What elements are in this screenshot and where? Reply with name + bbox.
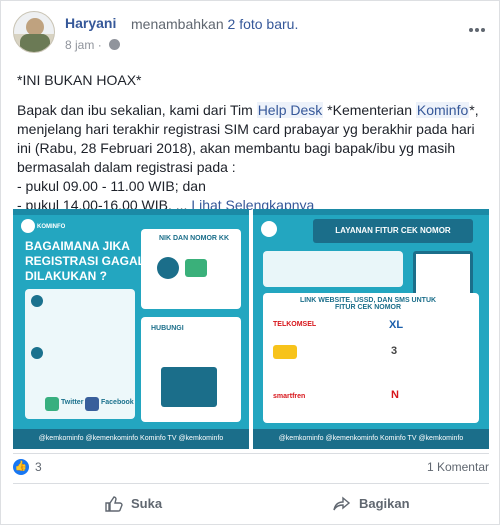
post-header: Haryani menambahkan 2 foto baru. 8 jam · [13, 11, 489, 61]
share-button[interactable]: Bagikan [251, 487, 489, 521]
three-logo: 3 [391, 345, 398, 357]
smartfren-logo: smartfren [273, 393, 306, 400]
like-label: Suka [131, 496, 163, 511]
reactions-bar: 👍 3 1 Komentar [13, 456, 489, 480]
meta-separator: · [97, 38, 102, 52]
action-text: menambahkan [131, 16, 224, 32]
help-desk-link[interactable]: Help Desk [256, 102, 324, 118]
timestamp[interactable]: 8 jam [65, 38, 94, 52]
computer-icon [161, 367, 217, 407]
hubungi-title: HUBUNGI [151, 325, 184, 332]
share-icon [333, 496, 351, 511]
photo-footer: @kemkominfo @kemenkominfo Kominfo TV @ke… [13, 429, 249, 449]
text-segment: Bapak dan ibu sekalian, kami dari Tim [17, 102, 257, 118]
photo-registration-failed[interactable]: KOMINFO Bagaimana jika Registrasi Gagal … [13, 209, 249, 449]
operators-title: LINK WEBSITE, USSD, DAN SMS UNTUK FITUR … [299, 297, 437, 311]
kominfo-logo-icon [21, 219, 35, 233]
intro-box [263, 251, 403, 287]
infographic-banner: LAYANAN FITUR CEK NOMOR [313, 219, 473, 243]
photos-link[interactable]: 2 foto baru. [228, 16, 299, 32]
step-2-icon [31, 347, 43, 359]
person-icon [157, 257, 179, 279]
step-1-icon [31, 295, 43, 307]
comment-count[interactable]: 1 Komentar [427, 460, 489, 474]
xl-logo: XL [389, 319, 404, 331]
nik-box: NIK DAN NOMOR KK [141, 229, 241, 309]
divider [13, 483, 489, 484]
operators-box: LINK WEBSITE, USSD, DAN SMS UNTUK FITUR … [263, 293, 479, 423]
nik-box-title: NIK DAN NOMOR KK [159, 235, 229, 242]
net1-logo: N [391, 389, 399, 401]
more-options-icon[interactable] [469, 19, 489, 32]
post-meta: 8 jam · [65, 38, 121, 52]
logo-text: KOMINFO [37, 224, 66, 230]
kominfo-logo-icon [261, 221, 277, 237]
kominfo-link[interactable]: Kominfo [415, 102, 470, 118]
photo-footer: @kemkominfo @kemenkominfo Kominfo TV @ke… [253, 429, 489, 449]
post-action: menambahkan 2 foto baru. [131, 16, 298, 32]
twitter-icon [45, 397, 59, 411]
like-reaction-icon[interactable]: 👍 [13, 459, 29, 475]
text-segment: *Kementerian [323, 102, 416, 118]
indosat-logo [273, 345, 297, 359]
like-button[interactable]: Suka [13, 487, 251, 521]
facebook-icon [85, 397, 99, 411]
steps-box: Twitter Facebook [25, 289, 135, 419]
divider [13, 453, 489, 454]
twitter-label: Twitter [61, 399, 84, 406]
author-name[interactable]: Haryani [65, 15, 116, 31]
facebook-label: Facebook [101, 399, 134, 406]
telkomsel-logo: TELKOMSEL [273, 321, 317, 328]
infographic-title: Bagaimana jika Registrasi Gagal Dilakuka… [25, 239, 145, 283]
post-card: Haryani menambahkan 2 foto baru. 8 jam ·… [0, 0, 500, 525]
avatar[interactable] [13, 11, 55, 53]
id-card-icon [185, 259, 207, 277]
post-paragraph: Bapak dan ibu sekalian, kami dari Tim He… [17, 101, 487, 177]
globe-icon [109, 39, 121, 50]
share-label: Bagikan [359, 496, 410, 511]
schedule-line-1: - pukul 09.00 - 11.00 WIB; dan [17, 178, 206, 194]
post-text: *INI BUKAN HOAX* Bapak dan ibu sekalian,… [17, 71, 487, 215]
photo-check-number[interactable]: LAYANAN FITUR CEK NOMOR LINK WEBSITE, US… [253, 209, 489, 449]
action-bar: Suka Bagikan [13, 487, 489, 521]
photo-grid: KOMINFO Bagaimana jika Registrasi Gagal … [13, 209, 489, 449]
thumbs-up-icon [105, 496, 123, 512]
post-headline: *INI BUKAN HOAX* [17, 72, 142, 88]
hubungi-box: HUBUNGI [141, 317, 241, 422]
like-count[interactable]: 3 [35, 460, 42, 474]
